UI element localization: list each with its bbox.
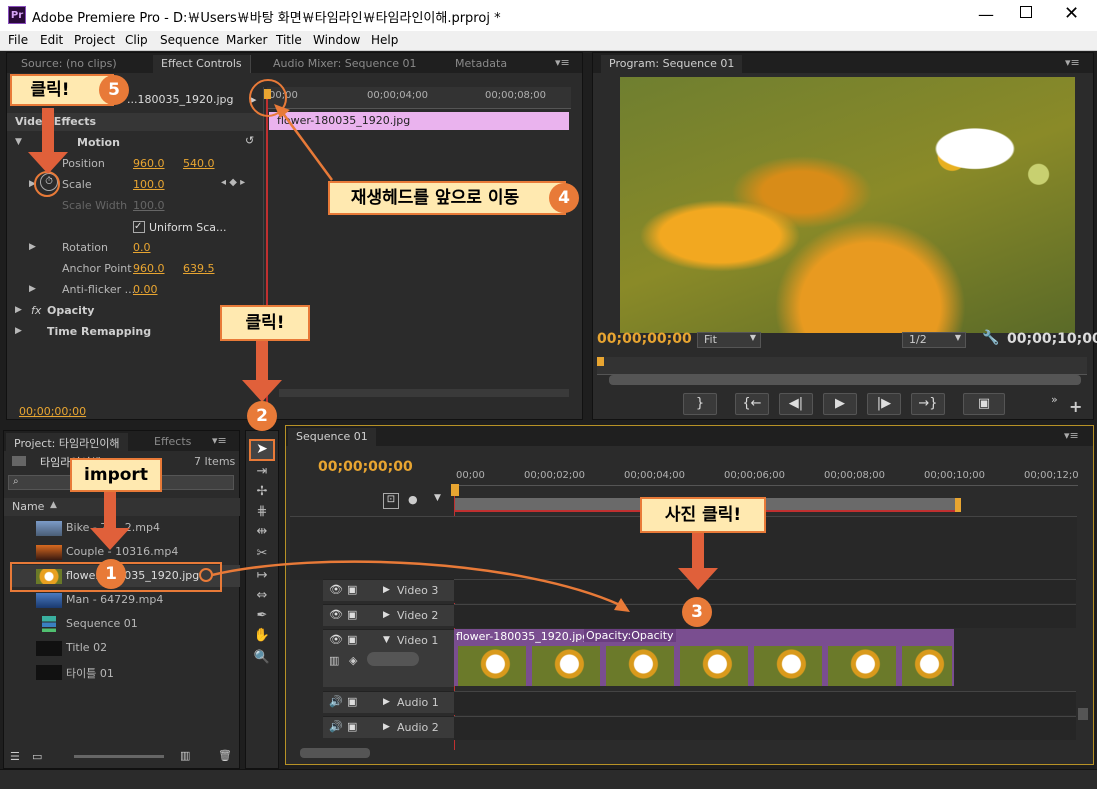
arrow-down (678, 568, 718, 590)
scale-highlight-circle (34, 171, 60, 197)
arrow-stem (104, 490, 116, 532)
arrow-stem (692, 530, 704, 570)
curve-arrow-4 (280, 111, 334, 181)
badge-2: 2 (247, 401, 277, 431)
badge-3: 3 (682, 597, 712, 627)
badge-5: 5 (99, 75, 129, 105)
curve-arrow-1 (211, 560, 621, 607)
arrow-head-1 (614, 598, 630, 612)
callout-move-playhead: 재생헤드를 앞으로 이동 (328, 181, 566, 215)
arrow-down (242, 380, 282, 402)
callout-import: import (70, 458, 162, 492)
badge-4: 4 (549, 183, 579, 213)
callout-click-photo: 사진 클릭! (640, 497, 766, 533)
arrow-head-4 (274, 104, 290, 118)
annotation-overlay (10, 79, 630, 612)
arrow-down (90, 528, 130, 550)
arrow-stem (42, 108, 54, 156)
arrow-stem (256, 340, 268, 384)
callout-click-2: 클릭! (220, 305, 310, 341)
badge-1: 1 (96, 559, 126, 589)
arrow-origin-dot (199, 568, 213, 582)
arrow-down (28, 152, 68, 174)
